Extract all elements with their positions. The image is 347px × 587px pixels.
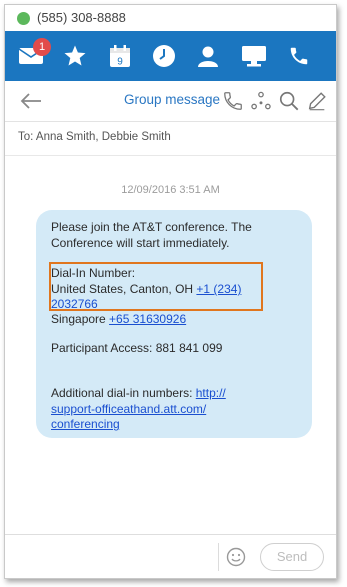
additional-label: Additional dial-in numbers: [51, 386, 196, 400]
nav-phone[interactable] [283, 40, 315, 72]
star-icon [64, 45, 86, 66]
nav-contacts[interactable] [192, 40, 224, 72]
singapore-dial-in-line: Singapore +65 31630926 [51, 312, 186, 328]
additional-dial-in-link[interactable]: http:// [196, 386, 226, 400]
additional-link-line: conferencing [51, 417, 120, 433]
nav-favorites[interactable] [59, 40, 91, 72]
user-phone-number: (585) 308-8888 [37, 10, 126, 25]
singapore-dial-in-link[interactable]: +65 31630926 [109, 312, 186, 326]
additional-link-line: support-officeathand.att.com/ [51, 402, 206, 418]
presence-indicator[interactable] [17, 12, 30, 25]
divider [5, 155, 336, 156]
highlight-box [49, 262, 263, 311]
emoji-icon[interactable] [226, 547, 246, 567]
message-composer: Send [5, 534, 336, 578]
participant-access: Participant Access: 881 841 099 [51, 341, 223, 355]
conference-icon[interactable] [250, 90, 272, 112]
message-line: Please join the AT&T conference. The [51, 220, 252, 234]
conversation-title: Group message [124, 92, 221, 107]
status-bar: (585) 308-8888 [5, 5, 336, 31]
recipients-line: To: Anna Smith, Debbie Smith [18, 131, 171, 143]
nav-meetings[interactable] [238, 40, 270, 72]
contact-icon [198, 46, 218, 67]
monitor-icon [242, 46, 266, 67]
message-line: Conference will start immediately. [51, 236, 230, 250]
call-icon[interactable] [222, 90, 244, 112]
nav-messages[interactable]: 1 [15, 38, 51, 72]
divider [218, 543, 219, 571]
svg-text:9: 9 [117, 57, 123, 68]
singapore-label: Singapore [51, 312, 110, 326]
message-timestamp: 12/09/2016 3:51 AM [121, 184, 220, 196]
phone-icon [290, 47, 308, 65]
conversation-header: Group message [5, 81, 336, 122]
calendar-icon: 9 [110, 45, 130, 68]
additional-dial-in-link[interactable]: support-officeathand.att.com/ [51, 402, 206, 416]
unread-badge: 1 [33, 38, 51, 56]
back-arrow-icon[interactable] [19, 90, 43, 112]
top-navigation: 1 9 [5, 31, 336, 81]
nav-recents[interactable] [148, 40, 180, 72]
clock-icon [153, 45, 175, 67]
app-window: (585) 308-8888 1 9 Group message To: Ann… [4, 4, 337, 579]
nav-calendar[interactable]: 9 [104, 40, 136, 72]
edit-icon[interactable] [306, 90, 328, 112]
send-button[interactable]: Send [260, 543, 324, 571]
search-icon[interactable] [278, 90, 300, 112]
additional-dial-in-link[interactable]: conferencing [51, 417, 120, 431]
additional-dial-in-line: Additional dial-in numbers: http:// [51, 386, 226, 402]
message-input[interactable] [5, 535, 215, 578]
